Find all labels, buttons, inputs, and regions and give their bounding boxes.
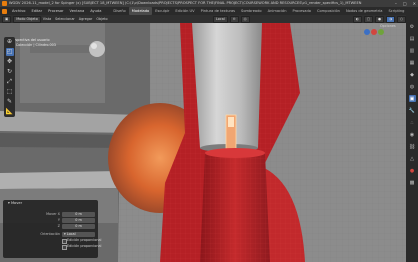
window-controls: – □ ✕ — [395, 0, 416, 7]
move-tool-icon[interactable]: ✥ — [6, 58, 14, 66]
cursor-tool-icon[interactable]: ⊕ — [6, 38, 14, 46]
object-tab-icon[interactable]: ▣ — [408, 95, 416, 102]
rotate-tool-icon[interactable]: ↻ — [6, 68, 14, 76]
properties-tab-bar: ⚙ ▤ ▥ ▦ ◆ ◍ ▣ 🔧 ∴ ◉ ⛓ △ ● ▩ — [406, 15, 418, 262]
proportional-row-2: Edición proporcional — [3, 244, 102, 250]
tab-pintura-texturas[interactable]: Pintura de texturas — [198, 7, 238, 15]
tab-procesado[interactable]: Procesado — [290, 7, 314, 15]
tab-sombreado[interactable]: Sombreado — [238, 7, 265, 15]
modifier-tab-icon[interactable]: 🔧 — [409, 107, 416, 114]
texture-tab-icon[interactable]: ▩ — [409, 179, 416, 186]
tool-tab-icon[interactable]: ⚙ — [409, 23, 416, 30]
operator-panel-title: Mover — [10, 201, 23, 205]
viewport-header: ▣ Modo Objeto Vista Seleccionar Agregar … — [0, 15, 406, 23]
move-z-label: Z — [57, 224, 60, 228]
orientation-select[interactable]: ▾ Local — [62, 232, 95, 237]
tab-animacion[interactable]: Animación — [265, 7, 290, 15]
menu-editar[interactable]: Editar — [28, 7, 45, 15]
gizmo-z-axis-icon — [364, 29, 370, 35]
minimize-button[interactable]: – — [395, 0, 397, 7]
tab-modelado[interactable]: Modelado — [128, 7, 153, 15]
physics-tab-icon[interactable]: ◉ — [409, 131, 416, 138]
render-tab-icon[interactable]: ▤ — [409, 35, 416, 42]
move-z-row: Z 0 m — [3, 224, 98, 229]
menu-archivo[interactable]: Archivo — [9, 7, 28, 15]
tab-composicion[interactable]: Composición — [314, 7, 343, 15]
window-titlebar: WGDV 2026-11_model_2 for Spinger (x) [SU… — [0, 0, 418, 7]
blender-menu-icon[interactable] — [2, 8, 7, 14]
tab-nodos-geometria[interactable]: Nodos de geometría — [343, 7, 386, 15]
window-title: WGDV 2026-11_model_2 for Spinger (x) [SU… — [9, 1, 362, 5]
snap-toggle[interactable]: ⊙ — [229, 15, 239, 23]
scene-tab-icon[interactable]: ◆ — [409, 71, 416, 78]
orientation-row: Orientación ▾ Local — [3, 232, 98, 237]
menu-bar: Archivo Editar Procesar Ventana Ayuda Di… — [0, 7, 418, 15]
menu-vista[interactable]: Vista — [41, 17, 53, 21]
gizmo-x-axis-icon — [371, 29, 377, 35]
gizmo-y-axis-icon — [378, 29, 384, 35]
move-x-field[interactable]: 0 m — [62, 212, 95, 217]
proportional-checkbox-1-label: Edición proporcional — [67, 238, 102, 242]
tab-scripting[interactable]: Scripting — [385, 7, 407, 15]
orientation-label: Orientación — [40, 232, 60, 236]
move-y-label: Y — [57, 218, 60, 222]
operator-panel-header[interactable]: ▾ Mover — [3, 200, 98, 207]
options-button[interactable]: Opciones — [380, 24, 396, 28]
annotate-tool-icon[interactable]: ✎ — [6, 98, 14, 106]
move-y-field[interactable]: 0 m — [62, 218, 95, 223]
transform-orientation-dropdown[interactable]: Local — [212, 15, 228, 23]
close-button[interactable]: ✕ — [413, 0, 416, 7]
menu-agregar[interactable]: Agregar — [77, 17, 95, 21]
tab-edicion-uv[interactable]: Edición UV — [172, 7, 197, 15]
tab-diseno[interactable]: Diseño — [110, 7, 128, 15]
menu-objeto[interactable]: Objeto — [94, 17, 109, 21]
output-tab-icon[interactable]: ▥ — [409, 47, 416, 54]
move-x-label: Mover X — [46, 212, 60, 216]
menu-ayuda[interactable]: Ayuda — [87, 7, 104, 15]
transform-tool-icon[interactable]: ⬚ — [6, 88, 14, 96]
data-tab-icon[interactable]: △ — [409, 155, 416, 162]
tool-shelf: ⊕ ◰ ✥ ↻ ⤢ ⬚ ✎ 📐 — [4, 37, 15, 117]
measure-tool-icon[interactable]: 📐 — [6, 108, 14, 116]
material-tab-icon[interactable]: ● — [409, 167, 416, 174]
view-layer-tab-icon[interactable]: ▦ — [409, 59, 416, 66]
scale-tool-icon[interactable]: ⤢ — [6, 78, 14, 86]
maximize-button[interactable]: □ — [403, 0, 407, 7]
viewport-object-label: (1) Colección | Cilindro.003 — [10, 43, 56, 47]
particles-tab-icon[interactable]: ∴ — [409, 119, 416, 126]
menu-ventana[interactable]: Ventana — [67, 7, 88, 15]
proportional-edit-toggle[interactable]: ◎ — [240, 15, 250, 23]
world-tab-icon[interactable]: ◍ — [409, 83, 416, 90]
tab-esculpir[interactable]: Esculpir — [152, 7, 172, 15]
mode-dropdown[interactable]: Modo Objeto — [13, 15, 41, 23]
blender-logo-icon — [2, 1, 7, 6]
viewport-view-label: Perspectiva del usuario — [10, 38, 50, 42]
move-y-row: Y 0 m — [3, 218, 98, 223]
shading-render-button[interactable]: ○ — [397, 15, 406, 23]
proportional-checkbox-2-label: Edición proporcional — [67, 244, 102, 248]
select-box-tool-icon[interactable]: ◰ — [5, 48, 14, 56]
menu-procesar[interactable]: Procesar — [45, 7, 66, 15]
operator-panel: ▾ Mover Mover X 0 m Y 0 m Z 0 m Orientac… — [3, 200, 102, 258]
proportional-row-1: Edición proporcional — [3, 238, 102, 244]
orientation-value: Local — [66, 232, 76, 236]
constraints-tab-icon[interactable]: ⛓ — [409, 143, 416, 150]
menu-seleccionar[interactable]: Seleccionar — [53, 17, 77, 21]
move-x-row: Mover X 0 m — [3, 212, 98, 217]
editor-type-button[interactable]: ▣ — [2, 15, 12, 23]
move-z-field[interactable]: 0 m — [62, 224, 95, 229]
